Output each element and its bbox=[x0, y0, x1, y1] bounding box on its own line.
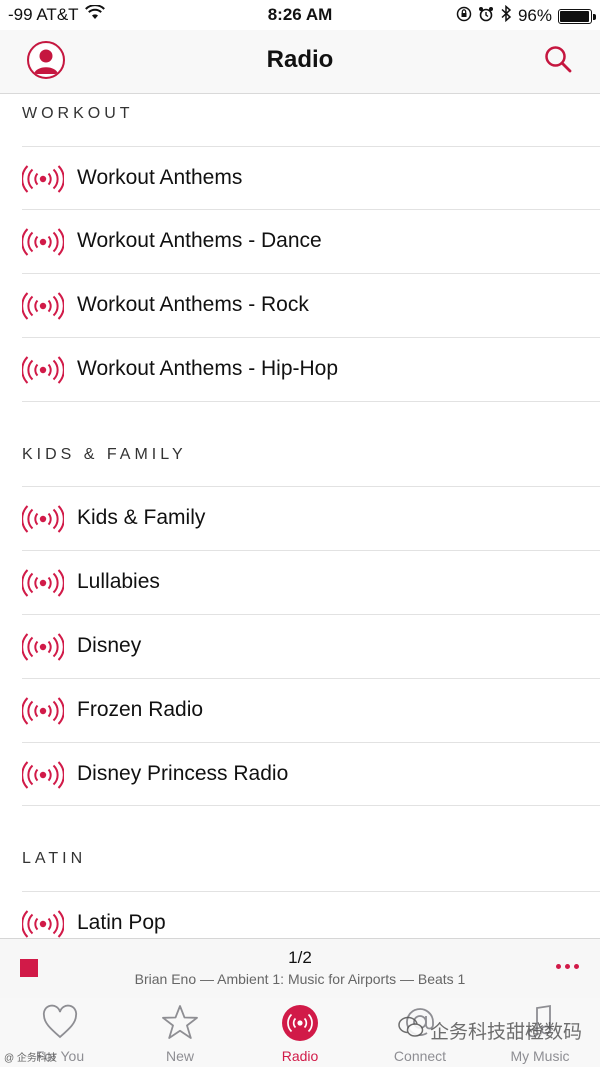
section-header-latin: LATIN bbox=[22, 850, 87, 867]
station-name: Workout Anthems - Hip-Hop bbox=[77, 357, 339, 380]
watermark-small: @ 企务科技 bbox=[4, 1053, 57, 1064]
orientation-lock-icon bbox=[456, 6, 472, 27]
section-divider bbox=[22, 401, 600, 402]
station-row[interactable]: Disney bbox=[21, 614, 600, 677]
alarm-icon bbox=[478, 6, 494, 27]
station-row[interactable]: Frozen Radio bbox=[21, 678, 600, 741]
page-title: Radio bbox=[266, 46, 334, 73]
station-name: Workout Anthems bbox=[77, 166, 243, 189]
now-playing-subtitle: Brian Eno — Ambient 1: Music for Airport… bbox=[134, 971, 466, 987]
radio-signal-icon bbox=[21, 292, 65, 325]
section-header-kids-family: KIDS & FAMILY bbox=[22, 446, 187, 463]
station-name: Disney Princess Radio bbox=[77, 762, 289, 785]
status-bar: -99 AT&T 8:26 AM 96% bbox=[0, 0, 600, 30]
radio-signal-icon bbox=[21, 697, 65, 730]
now-playing-title: 1/2 bbox=[288, 948, 312, 967]
watermark-text: 企务科技甜橙数码 bbox=[430, 1021, 583, 1043]
radio-signal-icon bbox=[21, 356, 65, 389]
battery-icon bbox=[558, 8, 596, 24]
radio-signal-icon bbox=[21, 910, 65, 938]
station-name: Disney bbox=[77, 634, 142, 657]
tab-label: My Music bbox=[510, 1048, 570, 1064]
station-row[interactable]: Disney Princess Radio bbox=[21, 742, 600, 805]
station-row[interactable]: Lullabies bbox=[21, 550, 600, 613]
star-icon bbox=[120, 1004, 240, 1040]
tab-radio[interactable]: Radio bbox=[240, 998, 360, 1067]
radio-signal-icon bbox=[21, 633, 65, 666]
station-name: Workout Anthems - Rock bbox=[77, 293, 309, 316]
station-row[interactable]: Workout Anthems bbox=[21, 146, 600, 209]
tab-new[interactable]: New bbox=[120, 998, 240, 1067]
bluetooth-icon bbox=[500, 4, 512, 27]
section-header-workout: WORKOUT bbox=[22, 105, 134, 122]
station-name: Workout Anthems - Dance bbox=[77, 229, 322, 252]
watermark: 企务科技甜橙数码 bbox=[398, 1016, 582, 1044]
wechat-icon bbox=[398, 1016, 424, 1044]
radio-signal-icon bbox=[21, 569, 65, 602]
station-name: Frozen Radio bbox=[77, 698, 204, 721]
radio-signal-icon bbox=[21, 505, 65, 538]
radio-signal-icon bbox=[21, 228, 65, 261]
radio-icon bbox=[240, 1004, 360, 1042]
section-divider bbox=[22, 805, 600, 806]
station-name: Latin Pop bbox=[77, 911, 166, 934]
more-icon[interactable] bbox=[556, 964, 579, 969]
radio-signal-icon bbox=[21, 761, 65, 794]
station-row[interactable]: Kids & Family bbox=[21, 486, 600, 549]
station-row[interactable]: Workout Anthems - Hip-Hop bbox=[21, 337, 600, 400]
heart-icon bbox=[0, 1004, 120, 1040]
tab-label: Connect bbox=[393, 1048, 447, 1064]
station-name: Lullabies bbox=[77, 570, 160, 593]
station-name: Kids & Family bbox=[77, 506, 206, 529]
tab-label: New bbox=[165, 1048, 194, 1064]
station-row[interactable]: Workout Anthems - Rock bbox=[21, 273, 600, 336]
search-icon[interactable] bbox=[543, 44, 573, 79]
station-row[interactable]: Latin Pop bbox=[21, 891, 600, 938]
mini-player[interactable]: 1/2 Brian Eno — Ambient 1: Music for Air… bbox=[0, 938, 600, 999]
tab-label: Radio bbox=[281, 1048, 319, 1064]
battery-percent: 96% bbox=[517, 6, 552, 25]
navigation-bar: Radio bbox=[0, 30, 600, 94]
radio-signal-icon bbox=[21, 165, 65, 198]
station-row[interactable]: Workout Anthems - Dance bbox=[21, 209, 600, 272]
radio-station-list[interactable]: WORKOUT Workout Anthems Workout Anthems … bbox=[0, 94, 600, 938]
